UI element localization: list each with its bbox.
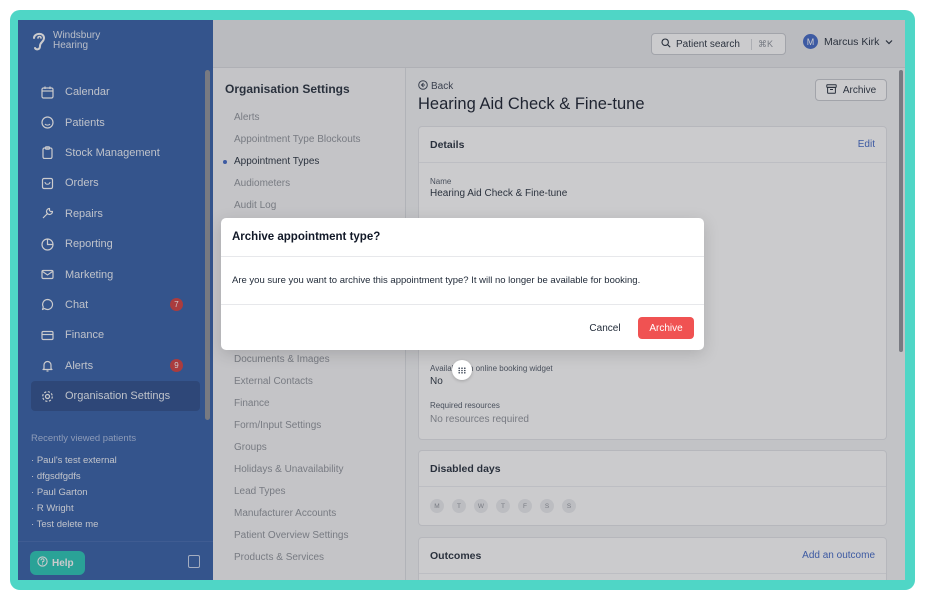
drag-handle-icon[interactable]: [452, 360, 472, 380]
archive-confirm-dialog: Archive appointment type? Are you sure y…: [221, 218, 704, 350]
cancel-button[interactable]: Cancel: [585, 317, 625, 339]
dialog-message: Are you sure you want to archive this ap…: [232, 275, 641, 286]
divider: [221, 304, 704, 305]
confirm-archive-button[interactable]: Archive: [638, 317, 694, 339]
divider: [221, 256, 704, 257]
app-window: Windsbury Hearing Calendar Patients Stoc…: [18, 20, 905, 580]
dialog-title: Archive appointment type?: [232, 231, 381, 243]
